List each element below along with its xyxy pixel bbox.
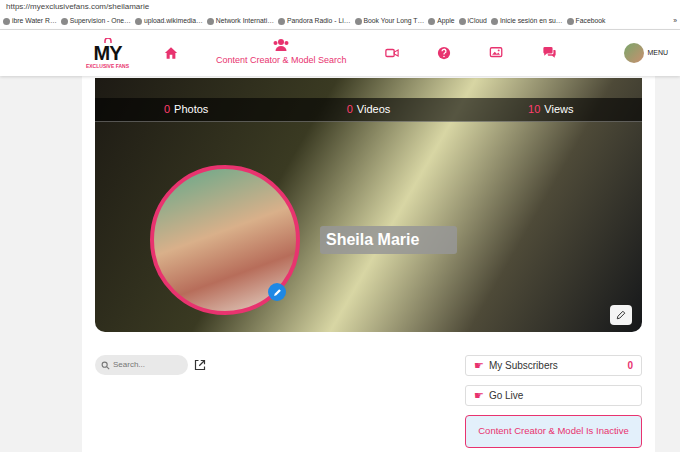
home-icon: [164, 46, 178, 60]
gallery-link[interactable]: [489, 46, 504, 60]
profile-header: Sheila Marie: [95, 165, 642, 315]
users-icon: [273, 38, 289, 51]
favicon-icon: [491, 18, 498, 25]
stat-item[interactable]: 0Photos: [95, 98, 277, 121]
videos-link[interactable]: [385, 46, 399, 60]
more-bookmarks[interactable]: »: [673, 16, 677, 26]
bookmark-label: upload.wikimedia…: [144, 16, 203, 26]
bookmark[interactable]: Apple: [428, 16, 454, 26]
bookmark-label: Apple: [437, 16, 454, 26]
profile-body: ☛ My Subscribers 0 ☛ Go Live Content Creator …: [95, 355, 642, 448]
chat-link[interactable]: [542, 46, 557, 60]
favicon-icon: [459, 18, 466, 25]
favicon-icon: [135, 18, 142, 25]
bookmark[interactable]: Pandora Radio - Li…: [278, 16, 350, 26]
logo-text: MY: [94, 43, 122, 63]
hand-icon: ☛: [474, 360, 484, 371]
nav-label[interactable]: Content Creator & Model Search: [216, 54, 347, 68]
stat-count: 10: [528, 101, 540, 118]
search-icon: [101, 361, 110, 370]
menu-label[interactable]: MENU: [647, 48, 668, 59]
favicon-icon: [428, 18, 435, 25]
favicon-icon: [567, 18, 574, 25]
bookmark[interactable]: Facebook: [567, 16, 606, 26]
stat-count: 0: [164, 101, 170, 118]
bookmarks-bar: ibre Water R… Supervision - One… upload.wi…: [0, 14, 680, 30]
bookmark-label: Book Your Long T…: [364, 16, 425, 26]
bookmark[interactable]: ibre Water R…: [3, 16, 57, 26]
avatar-edit-button[interactable]: [268, 283, 286, 301]
favicon-icon: [61, 18, 68, 25]
stat-label: Views: [544, 101, 573, 118]
creator-status: Content Creator & Model Is Inactive: [465, 415, 642, 448]
favicon-icon: [278, 18, 285, 25]
question-icon: [437, 46, 451, 60]
bookmark[interactable]: Supervision - One…: [61, 16, 131, 26]
url-text[interactable]: https://myexclusivefans.com/sheilamarie: [6, 1, 149, 13]
stat-label: Photos: [174, 101, 208, 118]
comments-icon: [542, 46, 557, 60]
logo-tagline: EXCLUSIVE FANS: [86, 64, 129, 69]
user-avatar[interactable]: [624, 43, 644, 63]
pencil-icon: [273, 288, 282, 297]
address-bar[interactable]: https://myexclusivefans.com/sheilamarie: [0, 0, 680, 14]
hand-icon: ☛: [474, 390, 484, 401]
nav-items: Content Creator & Model Search: [164, 38, 557, 68]
site-navbar: MYEXCLUSIVE FANS Content Creator & Model …: [0, 30, 680, 76]
share-button[interactable]: [194, 359, 206, 375]
bookmark-label: iCloud: [468, 16, 487, 26]
site-logo[interactable]: MYEXCLUSIVE FANS: [85, 38, 130, 69]
pencil-icon: [616, 310, 626, 320]
search-area: [95, 355, 206, 448]
creator-search-link[interactable]: Content Creator & Model Search: [216, 38, 347, 68]
favicon-icon: [355, 18, 362, 25]
bookmark[interactable]: Inicie sesión en su…: [491, 16, 563, 26]
subscriber-count: 0: [627, 358, 633, 373]
stat-item[interactable]: 0Videos: [277, 98, 459, 121]
profile-page: 0Photos0Videos10ViewsSheila Marie☛My Sub…: [82, 76, 655, 452]
bookmark[interactable]: iCloud: [459, 16, 487, 26]
bookmark-label: Inicie sesión en su…: [500, 16, 563, 26]
home-link[interactable]: [164, 46, 178, 60]
search-input[interactable]: [113, 359, 182, 371]
sidebar-label: Go Live: [489, 388, 523, 403]
cover-edit-button[interactable]: [610, 305, 632, 325]
bookmark-label: ibre Water R…: [12, 16, 57, 26]
stat-item[interactable]: 10Views: [460, 98, 642, 121]
sidebar-item[interactable]: ☛ My Subscribers 0: [465, 355, 642, 376]
bookmark[interactable]: Book Your Long T…: [355, 16, 425, 26]
share-icon: [194, 359, 206, 371]
bookmark[interactable]: upload.wikimedia…: [135, 16, 203, 26]
stat-label: Videos: [357, 101, 390, 118]
cover-photo: 0Photos0Videos10ViewsSheila Marie: [95, 78, 642, 332]
profile-sidebar: ☛ My Subscribers 0 ☛ Go Live Content Creator …: [465, 355, 642, 448]
bookmark-label: Pandora Radio - Li…: [287, 16, 350, 26]
help-link[interactable]: [437, 46, 451, 60]
bookmark-label: Facebook: [576, 16, 606, 26]
stat-count: 0: [347, 101, 353, 118]
sidebar-item[interactable]: ☛ Go Live: [465, 385, 642, 406]
bookmark-label: Supervision - One…: [70, 16, 131, 26]
favicon-icon: [3, 18, 10, 25]
bookmark-label: Network Internati…: [216, 16, 274, 26]
images-icon: [489, 46, 504, 60]
bookmark[interactable]: Network Internati…: [207, 16, 274, 26]
profile-name: Sheila Marie: [320, 226, 457, 254]
profile-stats: 0Photos0Videos10Views: [95, 98, 642, 122]
profile-avatar[interactable]: [150, 165, 300, 315]
sidebar-label: My Subscribers: [489, 358, 558, 373]
account-menu[interactable]: MENU: [624, 43, 668, 63]
search-field[interactable]: [95, 355, 188, 375]
video-icon: [385, 46, 399, 60]
favicon-icon: [207, 18, 214, 25]
